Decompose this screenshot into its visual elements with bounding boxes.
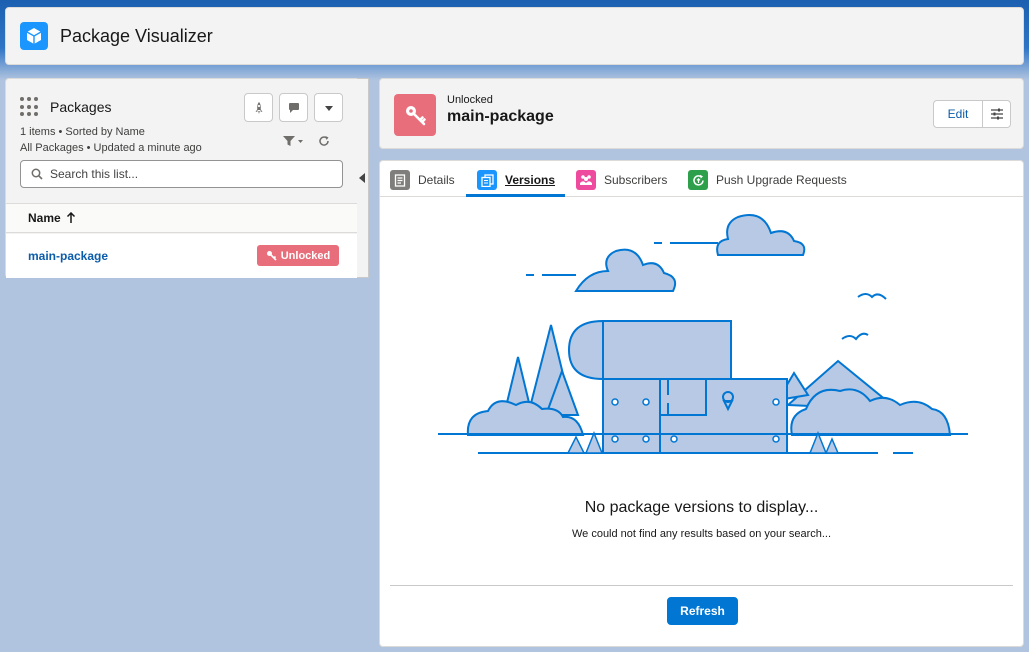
active-tab-indicator — [466, 194, 565, 197]
search-icon — [31, 168, 43, 180]
arrow-up-icon — [66, 212, 75, 223]
footer-divider — [390, 585, 1013, 586]
table-row: main-package Unlocked — [6, 234, 358, 278]
tabs-card: Details Versions Subscribers Push Upgrad… — [379, 160, 1024, 647]
document-icon — [390, 170, 410, 190]
push-upgrade-icon — [688, 170, 708, 190]
list-meta-updated: All Packages • Updated a minute ago — [20, 142, 202, 154]
rocket-icon — [255, 101, 262, 114]
chat-button[interactable] — [279, 93, 308, 122]
tab-subscribers[interactable]: Subscribers — [576, 170, 667, 190]
refresh-button[interactable]: Refresh — [667, 597, 738, 625]
filter-icon — [283, 136, 303, 146]
collapse-panel-button[interactable] — [357, 78, 369, 278]
tab-bar: Details Versions Subscribers Push Upgrad… — [380, 161, 1023, 197]
list-meta-count: 1 items • Sorted by Name — [20, 126, 145, 138]
record-header: Unlocked main-package Edit — [379, 78, 1024, 149]
filter-button[interactable] — [282, 134, 304, 152]
new-package-button[interactable] — [244, 93, 273, 122]
empty-state-subtitle: We could not find any results based on y… — [571, 528, 832, 540]
search-field[interactable] — [20, 160, 343, 188]
column-header-label: Name — [28, 211, 61, 225]
tab-details[interactable]: Details — [390, 170, 455, 190]
tab-versions-label: Versions — [505, 173, 556, 187]
key-icon — [266, 251, 277, 261]
record-title: main-package — [447, 108, 554, 125]
record-subtitle: Unlocked — [447, 94, 493, 106]
app-title: Package Visualizer — [60, 25, 213, 46]
column-header-name[interactable]: Name — [6, 203, 358, 233]
treasure-chest-illustration — [438, 214, 968, 454]
status-badge-label: Unlocked — [280, 249, 331, 262]
sliders-icon — [990, 108, 1003, 120]
search-input[interactable] — [50, 167, 320, 181]
chevron-left-icon — [359, 173, 365, 183]
tab-subscribers-label: Subscribers — [604, 173, 668, 187]
people-icon — [576, 170, 596, 190]
tab-versions[interactable]: Versions — [477, 170, 555, 190]
app-launcher-icon — [20, 97, 40, 117]
list-actions-dropdown[interactable] — [314, 93, 343, 122]
chat-icon — [288, 102, 299, 113]
package-list-panel: Packages 1 items • Sorted by Name All Pa… — [5, 78, 367, 278]
tab-details-label: Details — [418, 173, 455, 187]
chevron-down-icon — [324, 105, 333, 111]
empty-state-title: No package versions to display... — [584, 499, 819, 516]
key-icon — [394, 94, 436, 136]
record-settings-button[interactable] — [983, 100, 1011, 128]
list-title: Packages — [50, 99, 112, 115]
refresh-icon — [319, 136, 329, 146]
app-header: Package Visualizer — [5, 7, 1024, 65]
status-badge: Unlocked — [257, 245, 339, 266]
tab-push-upgrade-requests[interactable]: Push Upgrade Requests — [688, 170, 847, 190]
edit-button[interactable]: Edit — [933, 100, 983, 128]
refresh-list-button[interactable] — [318, 134, 330, 152]
package-name-link[interactable]: main-package — [28, 249, 108, 263]
cube-icon — [20, 22, 48, 50]
tab-push-label: Push Upgrade Requests — [716, 173, 847, 187]
versions-icon — [477, 170, 497, 190]
